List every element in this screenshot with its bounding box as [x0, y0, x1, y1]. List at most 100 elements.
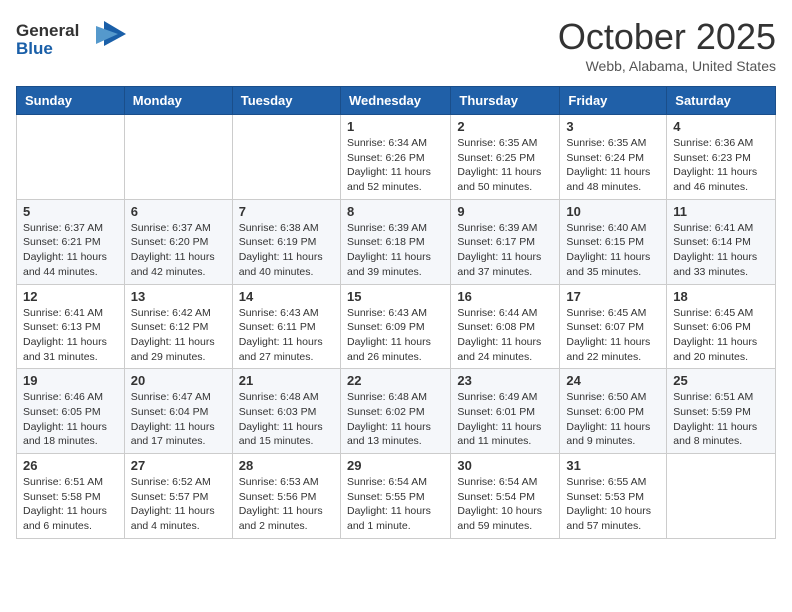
calendar-cell: 24 Sunrise: 6:50 AM Sunset: 6:00 PM Dayli… — [560, 369, 667, 454]
calendar-cell: 19Sunrise: 6:46 AM Sunset: 6:05 PM Dayli… — [17, 369, 125, 454]
day-number: 2 — [457, 119, 553, 134]
day-info: Sunrise: 6:37 AM Sunset: 6:20 PM Dayligh… — [131, 221, 226, 280]
location: Webb, Alabama, United States — [558, 58, 776, 74]
calendar-cell: 23 Sunrise: 6:49 AM Sunset: 6:01 PM Dayli… — [451, 369, 560, 454]
day-number: 24 — [566, 373, 660, 388]
day-number: 31 — [566, 458, 660, 473]
calendar-week-row: 12Sunrise: 6:41 AM Sunset: 6:13 PM Dayli… — [17, 284, 776, 369]
calendar-week-row: 5 Sunrise: 6:37 AM Sunset: 6:21 PM Daylig… — [17, 199, 776, 284]
day-info: Sunrise: 6:54 AM Sunset: 5:54 PM Dayligh… — [457, 475, 553, 534]
calendar-table: SundayMondayTuesdayWednesdayThursdayFrid… — [16, 86, 776, 539]
day-number: 23 — [457, 373, 553, 388]
day-info: Sunrise: 6:48 AM Sunset: 6:03 PM Dayligh… — [239, 390, 334, 449]
day-info: Sunrise: 6:39 AM Sunset: 6:18 PM Dayligh… — [347, 221, 444, 280]
day-info: Sunrise: 6:34 AM Sunset: 6:26 PM Dayligh… — [347, 136, 444, 195]
day-info: Sunrise: 6:50 AM Sunset: 6:00 PM Dayligh… — [566, 390, 660, 449]
day-info: Sunrise: 6:54 AM Sunset: 5:55 PM Dayligh… — [347, 475, 444, 534]
svg-text:Blue: Blue — [16, 39, 53, 58]
calendar-cell — [667, 454, 776, 539]
day-info: Sunrise: 6:39 AM Sunset: 6:17 PM Dayligh… — [457, 221, 553, 280]
calendar-cell: 13 Sunrise: 6:42 AM Sunset: 6:12 PM Dayli… — [124, 284, 232, 369]
svg-text:General: General — [16, 21, 79, 40]
day-info: Sunrise: 6:38 AM Sunset: 6:19 PM Dayligh… — [239, 221, 334, 280]
calendar-cell: 9 Sunrise: 6:39 AM Sunset: 6:17 PM Daylig… — [451, 199, 560, 284]
day-info: Sunrise: 6:55 AM Sunset: 5:53 PM Dayligh… — [566, 475, 660, 534]
calendar-cell: 5 Sunrise: 6:37 AM Sunset: 6:21 PM Daylig… — [17, 199, 125, 284]
day-number: 21 — [239, 373, 334, 388]
day-info: Sunrise: 6:40 AM Sunset: 6:15 PM Dayligh… — [566, 221, 660, 280]
calendar-cell: 14Sunrise: 6:43 AM Sunset: 6:11 PM Dayli… — [232, 284, 340, 369]
weekday-header: Sunday — [17, 87, 125, 115]
day-number: 9 — [457, 204, 553, 219]
day-number: 16 — [457, 289, 553, 304]
calendar-cell: 26 Sunrise: 6:51 AM Sunset: 5:58 PM Dayli… — [17, 454, 125, 539]
day-info: Sunrise: 6:49 AM Sunset: 6:01 PM Dayligh… — [457, 390, 553, 449]
weekday-header: Tuesday — [232, 87, 340, 115]
day-info: Sunrise: 6:51 AM Sunset: 5:59 PM Dayligh… — [673, 390, 769, 449]
calendar-week-row: 26 Sunrise: 6:51 AM Sunset: 5:58 PM Dayli… — [17, 454, 776, 539]
day-info: Sunrise: 6:47 AM Sunset: 6:04 PM Dayligh… — [131, 390, 226, 449]
calendar-cell: 17Sunrise: 6:45 AM Sunset: 6:07 PM Dayli… — [560, 284, 667, 369]
logo: General Blue — [16, 16, 126, 66]
day-info: Sunrise: 6:35 AM Sunset: 6:24 PM Dayligh… — [566, 136, 660, 195]
day-info: Sunrise: 6:36 AM Sunset: 6:23 PM Dayligh… — [673, 136, 769, 195]
day-info: Sunrise: 6:51 AM Sunset: 5:58 PM Dayligh… — [23, 475, 118, 534]
day-number: 18 — [673, 289, 769, 304]
day-number: 4 — [673, 119, 769, 134]
day-info: Sunrise: 6:45 AM Sunset: 6:06 PM Dayligh… — [673, 306, 769, 365]
day-info: Sunrise: 6:44 AM Sunset: 6:08 PM Dayligh… — [457, 306, 553, 365]
calendar-cell: 6Sunrise: 6:37 AM Sunset: 6:20 PM Daylig… — [124, 199, 232, 284]
calendar-cell: 7 Sunrise: 6:38 AM Sunset: 6:19 PM Daylig… — [232, 199, 340, 284]
day-number: 8 — [347, 204, 444, 219]
calendar-cell: 25 Sunrise: 6:51 AM Sunset: 5:59 PM Dayli… — [667, 369, 776, 454]
day-info: Sunrise: 6:45 AM Sunset: 6:07 PM Dayligh… — [566, 306, 660, 365]
day-number: 30 — [457, 458, 553, 473]
weekday-header: Monday — [124, 87, 232, 115]
calendar-week-row: 1 Sunrise: 6:34 AM Sunset: 6:26 PM Daylig… — [17, 115, 776, 200]
calendar-cell: 2Sunrise: 6:35 AM Sunset: 6:25 PM Daylig… — [451, 115, 560, 200]
day-number: 10 — [566, 204, 660, 219]
day-number: 27 — [131, 458, 226, 473]
day-number: 13 — [131, 289, 226, 304]
logo-text: General Blue — [16, 16, 126, 66]
day-number: 19 — [23, 373, 118, 388]
calendar-cell: 29Sunrise: 6:54 AM Sunset: 5:55 PM Dayli… — [340, 454, 450, 539]
day-number: 11 — [673, 204, 769, 219]
calendar-cell — [124, 115, 232, 200]
calendar-cell: 12Sunrise: 6:41 AM Sunset: 6:13 PM Dayli… — [17, 284, 125, 369]
day-info: Sunrise: 6:41 AM Sunset: 6:13 PM Dayligh… — [23, 306, 118, 365]
calendar-cell: 28Sunrise: 6:53 AM Sunset: 5:56 PM Dayli… — [232, 454, 340, 539]
title-block: October 2025 Webb, Alabama, United State… — [558, 16, 776, 74]
calendar-cell: 3 Sunrise: 6:35 AM Sunset: 6:24 PM Daylig… — [560, 115, 667, 200]
calendar-cell: 27Sunrise: 6:52 AM Sunset: 5:57 PM Dayli… — [124, 454, 232, 539]
calendar-cell — [17, 115, 125, 200]
day-number: 7 — [239, 204, 334, 219]
day-number: 28 — [239, 458, 334, 473]
day-number: 26 — [23, 458, 118, 473]
day-number: 15 — [347, 289, 444, 304]
calendar-cell: 18 Sunrise: 6:45 AM Sunset: 6:06 PM Dayli… — [667, 284, 776, 369]
day-info: Sunrise: 6:42 AM Sunset: 6:12 PM Dayligh… — [131, 306, 226, 365]
day-number: 3 — [566, 119, 660, 134]
day-number: 1 — [347, 119, 444, 134]
calendar-cell: 30 Sunrise: 6:54 AM Sunset: 5:54 PM Dayli… — [451, 454, 560, 539]
day-number: 5 — [23, 204, 118, 219]
calendar-cell: 10 Sunrise: 6:40 AM Sunset: 6:15 PM Dayli… — [560, 199, 667, 284]
calendar-cell: 20 Sunrise: 6:47 AM Sunset: 6:04 PM Dayli… — [124, 369, 232, 454]
day-info: Sunrise: 6:43 AM Sunset: 6:09 PM Dayligh… — [347, 306, 444, 365]
weekday-header: Saturday — [667, 87, 776, 115]
month-title: October 2025 — [558, 16, 776, 58]
calendar-header-row: SundayMondayTuesdayWednesdayThursdayFrid… — [17, 87, 776, 115]
day-number: 25 — [673, 373, 769, 388]
calendar-week-row: 19Sunrise: 6:46 AM Sunset: 6:05 PM Dayli… — [17, 369, 776, 454]
day-number: 20 — [131, 373, 226, 388]
calendar-cell: 8 Sunrise: 6:39 AM Sunset: 6:18 PM Daylig… — [340, 199, 450, 284]
calendar-cell: 4 Sunrise: 6:36 AM Sunset: 6:23 PM Daylig… — [667, 115, 776, 200]
calendar-cell: 31 Sunrise: 6:55 AM Sunset: 5:53 PM Dayli… — [560, 454, 667, 539]
calendar-cell: 15 Sunrise: 6:43 AM Sunset: 6:09 PM Dayli… — [340, 284, 450, 369]
calendar-cell: 1 Sunrise: 6:34 AM Sunset: 6:26 PM Daylig… — [340, 115, 450, 200]
day-info: Sunrise: 6:37 AM Sunset: 6:21 PM Dayligh… — [23, 221, 118, 280]
calendar-cell: 21 Sunrise: 6:48 AM Sunset: 6:03 PM Dayli… — [232, 369, 340, 454]
weekday-header: Friday — [560, 87, 667, 115]
day-info: Sunrise: 6:48 AM Sunset: 6:02 PM Dayligh… — [347, 390, 444, 449]
